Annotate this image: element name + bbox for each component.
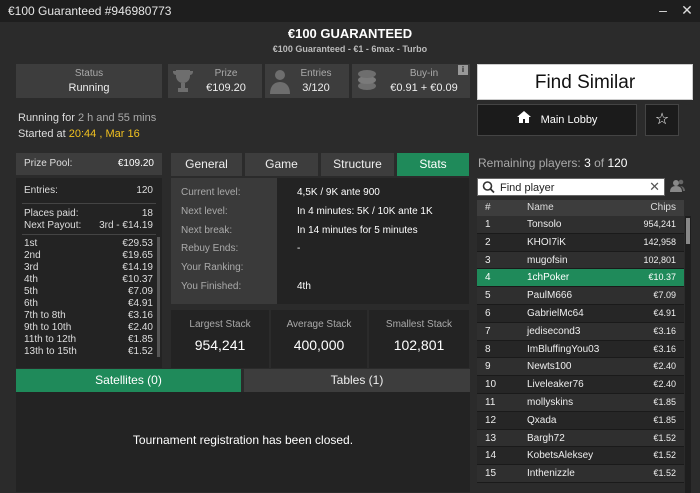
info-icon[interactable]: i xyxy=(458,65,468,75)
close-button[interactable]: ✕ xyxy=(678,2,696,19)
player-row[interactable]: 5 PaulM666 €7.09 xyxy=(477,287,684,305)
find-player-input[interactable]: Find player ✕ xyxy=(477,178,665,196)
stat-label: Next break: xyxy=(181,224,233,236)
player-row[interactable]: 4 1chPoker €10.37 xyxy=(477,269,684,288)
tournament-title: €100 GUARANTEED xyxy=(287,26,413,41)
remaining-players: Remaining players: 3 of 120 xyxy=(478,156,628,170)
prize-pool-row: Prize Pool: €109.20 xyxy=(16,153,162,175)
player-row[interactable]: 10 Liveleaker76 €2.40 xyxy=(477,376,684,394)
player-row[interactable]: 8 ImBluffingYou03 €3.16 xyxy=(477,340,684,359)
home-icon xyxy=(516,105,531,135)
players-scroll-thumb[interactable] xyxy=(686,218,690,244)
search-icon xyxy=(482,179,495,198)
stat-label: You Finished: xyxy=(181,280,242,292)
start-time: 20:44 , Mar 16 xyxy=(68,128,140,140)
players-list[interactable]: 1 Tonsolo 954,241 2 KHOI7iK 142,958 3 mugofsin 1… xyxy=(477,216,684,493)
buyin-box: Buy-in €0.91 + €0.09 i xyxy=(352,64,470,98)
player-row[interactable]: 14 KobetsAleksey €1.52 xyxy=(477,447,684,466)
tournament-header: €100 GUARANTEED €100 Guaranteed - €1 - 6… xyxy=(0,22,700,58)
player-row[interactable]: 2 KHOI7iK 142,958 xyxy=(477,233,684,252)
entries-box: Entries 3/120 xyxy=(265,64,349,98)
user-icon xyxy=(269,68,291,94)
users-icon[interactable] xyxy=(670,178,686,196)
smallest-stack: Smallest Stack 102,801 xyxy=(369,310,469,368)
status-value: Running xyxy=(68,82,110,94)
tab-tables[interactable]: Tables (1) xyxy=(244,369,470,392)
stat-label: Next level: xyxy=(181,205,228,217)
players-table-header: # Name Chips xyxy=(477,200,684,216)
find-similar-button[interactable]: Find Similar xyxy=(477,64,693,100)
player-row[interactable]: 13 Bargh72 €1.52 xyxy=(477,429,684,448)
tab-structure[interactable]: Structure xyxy=(321,153,394,176)
player-row[interactable]: 9 Newts100 €2.40 xyxy=(477,358,684,377)
payout-row: 5th €7.09 xyxy=(24,286,153,297)
prize-pool-value: €109.20 xyxy=(117,158,154,169)
stat-label: Current level: xyxy=(181,187,241,198)
stats-values: 4,5K / 9K ante 900 In 4 minutes: 5K / 10K… xyxy=(297,178,467,300)
player-row[interactable]: 3 mugofsin 102,801 xyxy=(477,251,684,270)
clear-search-icon[interactable]: ✕ xyxy=(649,179,660,195)
payout-row: 6th €4.91 xyxy=(24,298,153,309)
star-icon: ☆ xyxy=(654,111,670,128)
players-scrollbar[interactable] xyxy=(685,216,691,493)
payout-scrollbar[interactable] xyxy=(157,237,160,357)
chips-icon xyxy=(356,68,378,94)
tab-general[interactable]: General xyxy=(171,153,242,176)
player-row[interactable]: 15 Inthenizzle €1.52 xyxy=(477,465,684,483)
largest-stack: Largest Stack 954,241 xyxy=(171,310,269,368)
tab-satellites[interactable]: Satellites (0) xyxy=(16,369,241,392)
payout-row: 11th to 12th €1.85 xyxy=(24,334,153,345)
registration-closed-message: Tournament registration has been closed. xyxy=(16,392,470,492)
player-row[interactable]: 11 mollyskins €1.85 xyxy=(477,393,684,412)
prize-box: Prize €109.20 xyxy=(168,64,262,98)
payout-row: 1st €29.53 xyxy=(24,238,153,249)
main-lobby-button[interactable]: Main Lobby xyxy=(477,104,637,136)
favorite-star-button[interactable]: ☆ xyxy=(645,104,679,136)
tab-game[interactable]: Game xyxy=(245,153,318,176)
player-row[interactable]: 6 GabrielMc64 €4.91 xyxy=(477,304,684,323)
payout-row: 4th €10.37 xyxy=(24,274,153,285)
payout-row: 2nd €19.65 xyxy=(24,250,153,261)
minimize-button[interactable]: – xyxy=(654,2,672,18)
stat-label: Rebuy Ends: xyxy=(181,243,239,255)
payout-row: 7th to 8th €3.16 xyxy=(24,310,153,321)
payout-row: 3rd €14.19 xyxy=(24,262,153,273)
status-box: Status Running xyxy=(16,64,162,98)
average-stack: Average Stack 400,000 xyxy=(271,310,367,368)
stat-value: 4th xyxy=(297,280,311,292)
payout-row: 13th to 15th €1.52 xyxy=(24,346,153,357)
stat-value: In 14 minutes for 5 minutes xyxy=(297,224,418,236)
player-row[interactable]: 12 Qxada €1.85 xyxy=(477,411,684,430)
stat-value: 4,5K / 9K ante 900 xyxy=(297,187,380,198)
payout-row: 9th to 10th €2.40 xyxy=(24,322,153,333)
tournament-subtitle: €100 Guaranteed - €1 - 6max - Turbo xyxy=(272,44,428,54)
trophy-icon xyxy=(172,68,194,94)
title-bar: €100 Guaranteed #946980773 – ✕ xyxy=(0,0,700,22)
window-title: €100 Guaranteed #946980773 xyxy=(8,4,172,18)
running-info: Running for 2 h and 55 mins Started at 2… xyxy=(18,112,157,140)
player-row[interactable]: 7 jedisecond3 €3.16 xyxy=(477,322,684,341)
payout-list[interactable]: Entries: 120 Places paid: 18 Next Payout: 3… xyxy=(16,178,162,368)
stat-value xyxy=(297,262,467,281)
running-duration: 2 h and 55 mins xyxy=(77,112,157,124)
stat-label: Your Ranking: xyxy=(181,262,244,274)
stat-value: - xyxy=(297,243,301,255)
stat-value: In 4 minutes: 5K / 10K ante 1K xyxy=(297,205,433,217)
tab-stats[interactable]: Stats xyxy=(397,153,469,176)
player-row[interactable]: 1 Tonsolo 954,241 xyxy=(477,216,684,234)
stats-labels: Current level: Next level: Next break: Rebu… xyxy=(171,178,277,304)
